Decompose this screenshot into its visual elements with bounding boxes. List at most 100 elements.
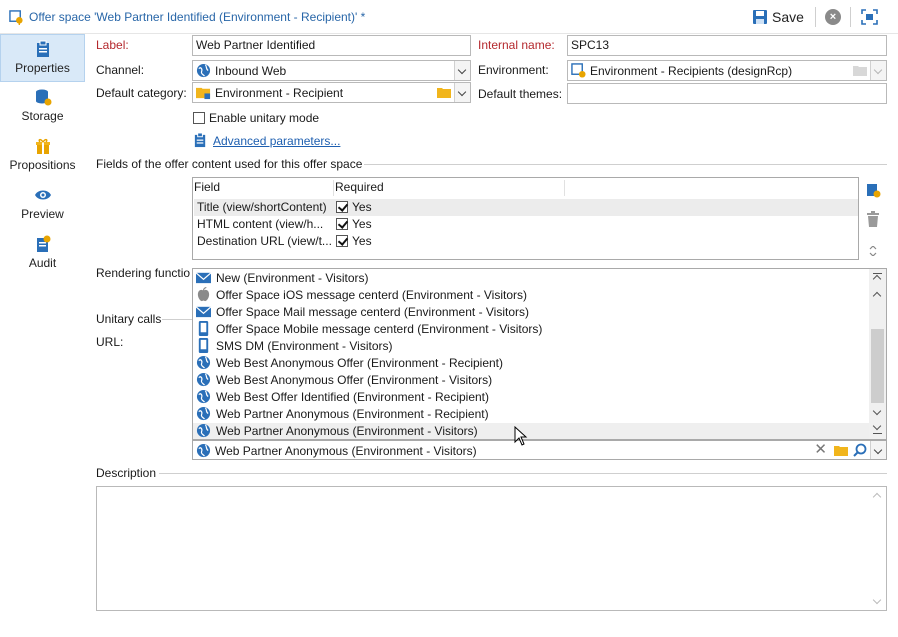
eye-icon <box>34 190 51 200</box>
default-themes-label: Default themes: <box>478 87 563 101</box>
list-scrollbar[interactable] <box>869 269 886 439</box>
folder-icon[interactable] <box>437 86 451 98</box>
trash-icon[interactable] <box>866 211 880 227</box>
sidebar-item-audit[interactable]: Audit <box>0 230 85 278</box>
toolbar-divider <box>815 7 816 27</box>
list-item[interactable]: New (Environment - Visitors) <box>193 270 869 287</box>
channel-label: Channel: <box>96 63 145 77</box>
move-arrows-icon[interactable] <box>869 246 877 256</box>
channel-value: Inbound Web <box>215 64 287 78</box>
description-scrollbar[interactable] <box>869 487 886 610</box>
sidebar-item-preview[interactable]: Preview <box>0 181 85 229</box>
rendering-function-select[interactable]: Web Partner Anonymous (Environment - Vis… <box>192 440 887 460</box>
default-category-select[interactable]: Environment - Recipient <box>192 82 471 103</box>
internal-name-input[interactable]: SPC13 <box>567 35 887 56</box>
search-icon[interactable] <box>853 443 867 457</box>
scroll-down-icon[interactable] <box>872 595 882 605</box>
fields-grid[interactable]: Field Required Title (view/shortContent)… <box>192 177 859 260</box>
list-item[interactable]: Offer Space iOS message centerd (Environ… <box>193 287 869 304</box>
field-cell: Destination URL (view/t... <box>197 234 332 248</box>
column-divider <box>564 180 565 196</box>
list-item[interactable]: Web Partner Anonymous (Environment - Vis… <box>193 423 869 439</box>
clear-icon[interactable]: ✕ <box>814 442 827 458</box>
maximize-icon[interactable] <box>861 9 878 25</box>
list-item-label: Web Best Offer Identified (Environment -… <box>216 390 490 404</box>
list-item[interactable]: Offer Space Mail message centerd (Enviro… <box>193 304 869 321</box>
scroll-down-icon[interactable] <box>872 406 882 416</box>
required-cell[interactable]: Yes <box>336 217 372 231</box>
save-button[interactable]: Save <box>752 6 810 28</box>
save-label: Save <box>772 9 804 25</box>
globe-icon <box>196 355 211 370</box>
checkbox-checked[interactable] <box>336 218 348 230</box>
required-cell[interactable]: Yes <box>336 200 372 214</box>
field-cell: HTML content (view/h... <box>197 217 324 231</box>
default-themes-input[interactable] <box>567 83 887 104</box>
field-cell: Title (view/shortContent) <box>197 200 327 214</box>
database-icon <box>35 89 51 106</box>
folder-icon[interactable] <box>834 444 848 456</box>
scroll-bottom-icon[interactable] <box>872 421 882 431</box>
table-row[interactable]: HTML content (view/h... Yes <box>194 216 858 233</box>
environment-select[interactable]: Environment - Recipients (designRcp) <box>567 60 887 81</box>
chevron-down-icon[interactable] <box>454 83 470 102</box>
scroll-bottom-icon[interactable] <box>873 433 882 434</box>
description-textarea[interactable] <box>96 486 887 611</box>
list-item-label: Web Partner Anonymous (Environment - Rec… <box>216 407 489 421</box>
default-category-label: Default category: <box>96 86 187 100</box>
unitary-mode-checkbox[interactable]: Enable unitary mode <box>193 111 319 125</box>
section-divider <box>364 164 887 165</box>
chevron-down-icon <box>870 61 886 80</box>
list-item[interactable]: Web Best Offer Identified (Environment -… <box>193 389 869 406</box>
gift-icon <box>35 138 50 154</box>
mobile-icon <box>198 338 209 353</box>
channel-select[interactable]: Inbound Web <box>192 60 471 81</box>
selected-value: Web Partner Anonymous (Environment - Vis… <box>215 444 477 458</box>
fields-section-title: Fields of the offer content used for thi… <box>96 157 363 171</box>
list-item[interactable]: SMS DM (Environment - Visitors) <box>193 338 869 355</box>
section-divider <box>159 473 887 474</box>
floppy-icon <box>753 10 767 24</box>
scroll-top-icon[interactable] <box>872 274 882 284</box>
close-icon[interactable]: × <box>825 9 841 25</box>
list-item[interactable]: Web Best Anonymous Offer (Environment - … <box>193 372 869 389</box>
category-folder-icon <box>196 87 211 100</box>
sidebar-item-storage[interactable]: Storage <box>0 83 85 131</box>
add-field-icon[interactable] <box>865 182 881 198</box>
default-category-value: Environment - Recipient <box>215 86 344 100</box>
scroll-thumb[interactable] <box>871 329 884 403</box>
mail-icon <box>196 272 211 284</box>
checkbox-checked[interactable] <box>336 201 348 213</box>
globe-icon <box>196 443 211 458</box>
advanced-parameters-link-row[interactable]: Advanced parameters... <box>193 133 340 148</box>
advanced-parameters-link[interactable]: Advanced parameters... <box>213 134 340 148</box>
label-input[interactable]: Web Partner Identified <box>192 35 471 56</box>
chevron-down-icon[interactable] <box>454 61 470 80</box>
sidebar-item-properties[interactable]: Properties <box>0 34 85 82</box>
chevron-down-icon[interactable] <box>870 441 886 459</box>
list-item[interactable]: Offer Space Mobile message centerd (Envi… <box>193 321 869 338</box>
checkbox-checked[interactable] <box>336 235 348 247</box>
scroll-top-icon[interactable] <box>873 273 882 274</box>
clipboard-icon <box>194 133 206 148</box>
globe-icon <box>196 389 211 404</box>
scroll-up-icon[interactable] <box>872 492 882 502</box>
required-cell[interactable]: Yes <box>336 234 372 248</box>
list-item[interactable]: Web Best Anonymous Offer (Environment - … <box>193 355 869 372</box>
clipboard-icon <box>36 40 49 57</box>
rendering-function-label: Rendering functio <box>96 266 191 280</box>
rendering-function-dropdown-list[interactable]: New (Environment - Visitors) Offer Space… <box>192 268 887 440</box>
required-text: Yes <box>352 234 372 248</box>
list-item-label: Web Partner Anonymous (Environment - Vis… <box>216 424 478 438</box>
scroll-up-icon[interactable] <box>872 291 882 301</box>
checkbox-box[interactable] <box>193 112 205 124</box>
list-item[interactable]: Web Partner Anonymous (Environment - Rec… <box>193 406 869 423</box>
sidebar-item-propositions[interactable]: Propositions <box>0 132 85 180</box>
table-row[interactable]: Destination URL (view/t... Yes <box>194 233 858 250</box>
unitary-mode-label: Enable unitary mode <box>209 111 320 125</box>
globe-icon <box>196 406 211 421</box>
required-text: Yes <box>352 200 372 214</box>
table-row[interactable]: Title (view/shortContent) Yes <box>194 199 858 216</box>
globe-icon <box>196 423 211 438</box>
internal-name-label: Internal name: <box>478 38 555 52</box>
